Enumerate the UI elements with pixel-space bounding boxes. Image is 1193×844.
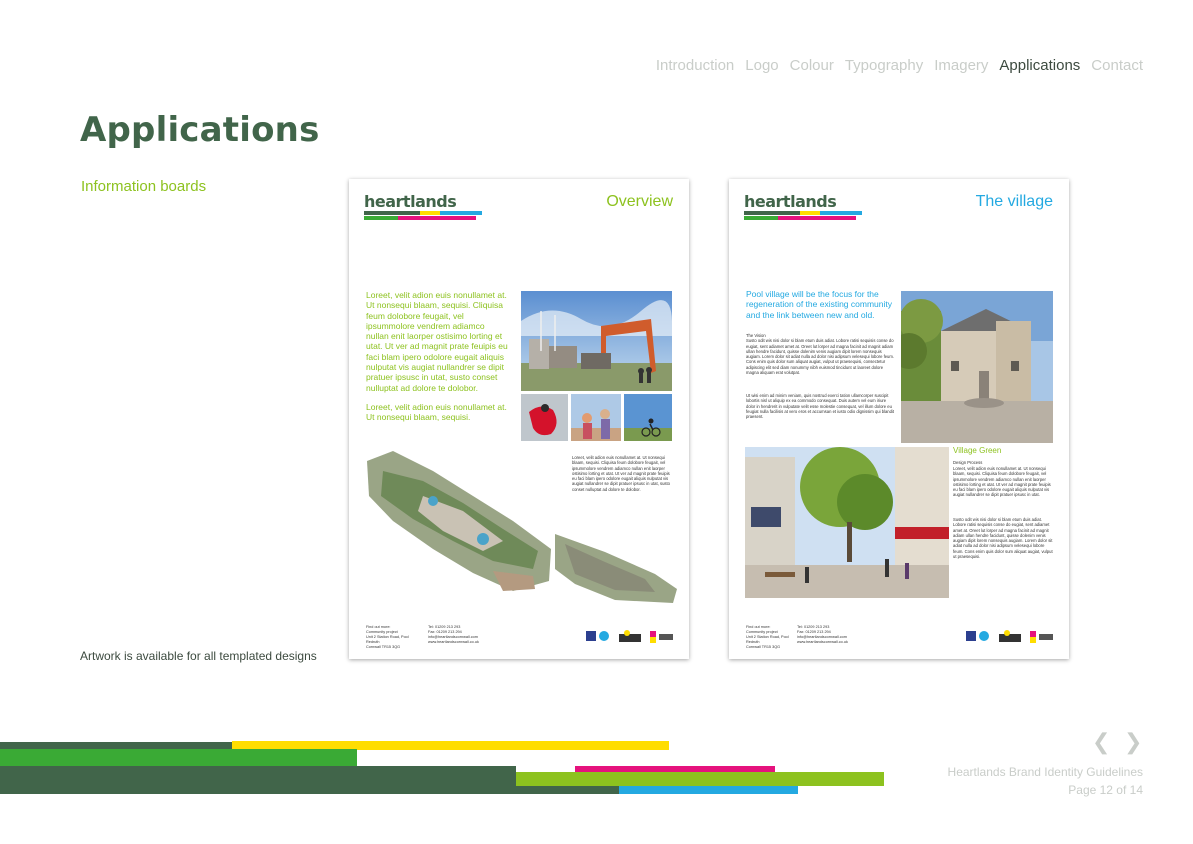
nav-item-typography[interactable]: Typography [845,57,923,74]
village-square-photo [901,291,1053,443]
brand-logo: heartlands [364,193,484,225]
page-number: Page 12 of 14 [1068,783,1143,797]
section-label: Information boards [81,178,207,195]
top-nav: Introduction Logo Colour Typography Imag… [656,57,1143,74]
board-sub-body: Loreet, velit adion euis nonullamet at. … [953,466,1051,498]
overview-thumb-cyclist [624,394,672,441]
nav-item-colour[interactable]: Colour [790,57,834,74]
footer-title: Heartlands Brand Identity Guidelines [947,765,1143,779]
brand-bars [364,211,484,225]
nav-item-imagery[interactable]: Imagery [934,57,988,74]
board-sub-body-2: Susto odit wis nisi dolor si blam etum d… [953,517,1053,560]
page-title: Applications [80,110,320,150]
nav-item-contact[interactable]: Contact [1091,57,1143,74]
overview-thumb-red [521,394,568,441]
partner-logo-2 [619,630,641,642]
board-body: Loreet, velit adion euis nonullamet at. … [572,455,670,492]
board-heading: Overview [606,193,673,210]
chevron-left-icon[interactable]: ❮ [1092,730,1110,755]
partner-logo-3 [1030,631,1053,643]
overview-thumb-family [571,394,621,441]
board-overview: heartlands Overview Loreet, velit adion … [349,179,689,659]
brand-logo: heartlands [744,193,864,225]
nav-item-logo[interactable]: Logo [745,57,778,74]
board-body-2: Ut wisi enim ad minim veniam, quis nostr… [746,393,895,420]
brand-wordmark: heartlands [364,192,457,211]
board-intro-2: Loreet, velit adion euis nonullamet at. … [366,402,507,423]
nav-item-applications[interactable]: Applications [999,57,1080,74]
board-body: The Vision Susto odit wis nisi dolor si … [746,333,895,376]
chevron-right-icon[interactable]: ❯ [1124,730,1142,755]
brand-bars [744,211,864,225]
partner-logos [965,629,1055,645]
board-heading: The village [975,193,1053,210]
partner-logo-3 [650,631,673,643]
artwork-note: Artwork is available for all templated d… [80,649,317,663]
village-street-photo [745,447,949,598]
partner-logo-1 [966,631,989,641]
overview-masterplan-tail [555,534,677,603]
board-contact-right: Tel: 01209 213 293 Fax: 01209 213 294 in… [428,625,479,644]
partner-logo-2 [999,630,1021,642]
board-contact-right: Tel: 01209 213 293 Fax: 01209 213 294 in… [797,625,848,644]
board-intro: Loreet, velit adion euis nonullamet at. … [366,290,508,393]
overview-masterplan [363,441,555,603]
board-contact-left: Find out more: Community project Unit 2 … [746,625,789,649]
board-intro: Pool village will be the focus for the r… [746,289,892,320]
board-subheading: Village Green [953,446,1002,455]
overview-main-image [521,291,672,391]
partner-logo-1 [586,631,609,641]
board-the-village: heartlands The village Pool village will… [729,179,1069,659]
partner-logos [585,629,675,645]
nav-item-introduction[interactable]: Introduction [656,57,734,74]
brand-wordmark: heartlands [744,192,837,211]
board-sub-label: Design Process [953,460,983,465]
board-contact-left: Find out more: Community project Unit 2 … [366,625,409,649]
